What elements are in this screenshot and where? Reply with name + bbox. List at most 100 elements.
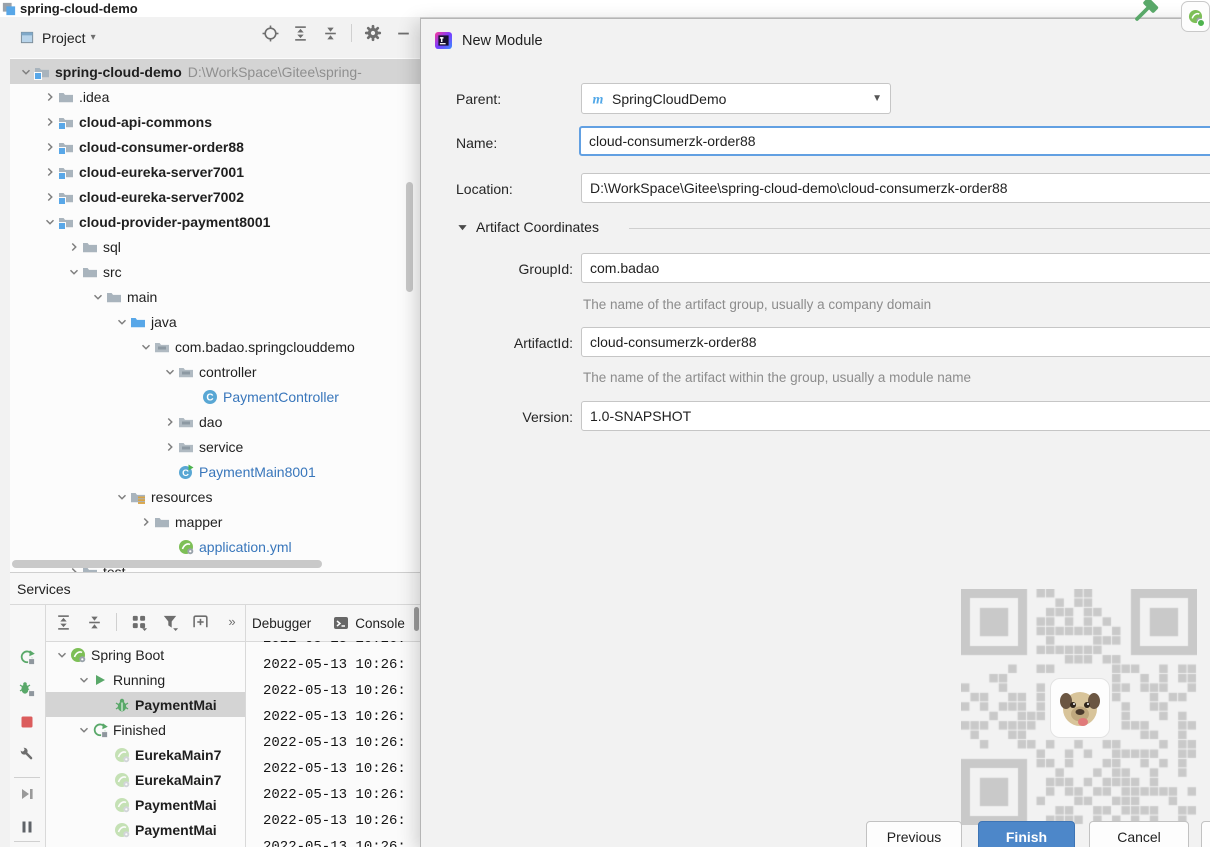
chevron-down-icon[interactable] xyxy=(138,339,154,355)
tree-item[interactable]: PaymentMai xyxy=(46,792,245,817)
tab-console-label: Console xyxy=(355,615,405,631)
chevron-right-icon[interactable] xyxy=(162,439,178,455)
stop-button[interactable] xyxy=(18,713,36,731)
tree-item-label: EurekaMain7 xyxy=(135,746,222,763)
package-icon xyxy=(178,364,196,380)
groupid-input[interactable] xyxy=(581,253,1210,283)
project-panel-title[interactable]: Project xyxy=(42,30,86,46)
chevron-right-icon[interactable] xyxy=(42,114,58,130)
add-service-button[interactable] xyxy=(192,613,210,631)
settings-button[interactable] xyxy=(364,24,382,42)
svg-text:C: C xyxy=(182,467,189,478)
tree-item[interactable]: C PaymentMain8001 xyxy=(10,459,420,484)
chevron-down-icon[interactable]: ▾ xyxy=(91,32,96,43)
tree-item[interactable]: cloud-eureka-server7001 xyxy=(10,159,420,184)
tree-item[interactable]: com.badao.springclouddemo xyxy=(10,334,420,359)
hide-button[interactable] xyxy=(394,24,412,42)
tree-item[interactable]: cloud-eureka-server7002 xyxy=(10,184,420,209)
chevron-down-icon[interactable] xyxy=(76,672,92,688)
tab-debugger[interactable]: Debugger xyxy=(252,616,311,631)
pause-button[interactable] xyxy=(18,818,36,836)
chevron-down-icon[interactable] xyxy=(90,289,106,305)
tree-item[interactable]: PaymentMai xyxy=(46,692,245,717)
tree-item[interactable]: Finished xyxy=(46,717,245,742)
collapse-all-button[interactable] xyxy=(321,24,339,42)
console-line: 2022-05-13 10:26: xyxy=(263,657,406,673)
tree-item[interactable]: PaymentMai xyxy=(46,817,245,842)
tree-item[interactable]: sql xyxy=(10,234,420,259)
rerun-button[interactable] xyxy=(18,648,36,666)
tree-item-label: com.badao.springclouddemo xyxy=(175,338,355,355)
location-label: Location: xyxy=(456,181,513,197)
tree-item[interactable]: controller xyxy=(10,359,420,384)
chevron-down-icon[interactable] xyxy=(114,489,130,505)
tree-item[interactable]: Running xyxy=(46,667,245,692)
help-button[interactable] xyxy=(1201,821,1210,847)
tree-item[interactable]: service xyxy=(10,434,420,459)
cancel-button[interactable]: Cancel xyxy=(1089,821,1189,847)
expand-all-button[interactable] xyxy=(54,613,72,631)
services-tree: Spring Boot Running PaymentMai Finished Eure… xyxy=(46,642,245,847)
debug-rerun-button[interactable] xyxy=(18,680,36,698)
console-scrollbar[interactable] xyxy=(414,607,419,631)
chevron-right-icon[interactable] xyxy=(42,139,58,155)
tree-item[interactable]: C PaymentController xyxy=(10,384,420,409)
chevron-down-icon[interactable] xyxy=(114,314,130,330)
finish-button[interactable]: Finish xyxy=(978,821,1075,847)
chevron-down-icon[interactable] xyxy=(42,214,58,230)
folder-module-icon xyxy=(58,114,76,130)
build-hammer-icon[interactable] xyxy=(1130,0,1160,26)
tab-console[interactable]: Console xyxy=(333,615,405,631)
chevron-right-icon[interactable] xyxy=(42,189,58,205)
parent-combobox[interactable]: m SpringCloudDemo ▼ xyxy=(581,83,891,114)
tree-item[interactable]: cloud-api-commons xyxy=(10,109,420,134)
tree-item[interactable]: java xyxy=(10,309,420,334)
more-button[interactable]: » xyxy=(223,613,241,631)
section-collapse-arrow-icon[interactable] xyxy=(457,222,468,233)
tree-item[interactable]: src xyxy=(10,259,420,284)
chevron-right-icon[interactable] xyxy=(138,514,154,530)
name-input[interactable] xyxy=(579,126,1210,156)
tree-item[interactable]: mapper xyxy=(10,509,420,534)
artifactid-input[interactable] xyxy=(581,327,1210,357)
chevron-right-icon[interactable] xyxy=(42,89,58,105)
wrench-button[interactable] xyxy=(18,745,36,763)
ide-window: spring-cloud-demo Project ▾ spring-cloud… xyxy=(0,0,1210,847)
tree-item[interactable]: .idea xyxy=(10,84,420,109)
chevron-right-icon[interactable] xyxy=(66,239,82,255)
chevron-right-icon[interactable] xyxy=(162,414,178,430)
horizontal-scrollbar[interactable] xyxy=(12,560,322,568)
tree-item[interactable]: main xyxy=(10,284,420,309)
console-output[interactable]: 2022-05-13 10:26: 2022-05-13 10:26: 2022-0… xyxy=(246,641,420,847)
artifact-coordinates-section[interactable]: Artifact Coordinates xyxy=(457,219,599,235)
tree-item[interactable]: resources xyxy=(10,484,420,509)
locate-button[interactable] xyxy=(261,24,279,42)
run-configuration-widget[interactable] xyxy=(1181,1,1210,32)
tree-item[interactable]: application.yml xyxy=(10,534,420,559)
resume-button[interactable] xyxy=(18,785,36,803)
chevron-down-icon[interactable] xyxy=(66,264,82,280)
vertical-scrollbar[interactable] xyxy=(406,182,413,292)
tree-item[interactable]: EurekaMain7 xyxy=(46,767,245,792)
previous-button[interactable]: Previous xyxy=(866,821,962,847)
tree-item[interactable]: EurekaMain7 xyxy=(46,742,245,767)
expand-all-button[interactable] xyxy=(291,24,309,42)
group-by-button[interactable] xyxy=(130,613,148,631)
collapse-all-button[interactable] xyxy=(85,613,103,631)
filter-button[interactable] xyxy=(161,613,179,631)
tree-item[interactable]: cloud-consumer-order88 xyxy=(10,134,420,159)
chevron-down-icon[interactable] xyxy=(76,722,92,738)
tree-item[interactable]: Spring Boot xyxy=(46,642,245,667)
combobox-arrow-icon[interactable]: ▼ xyxy=(872,93,882,104)
tree-item[interactable]: spring-cloud-demo D:\WorkSpace\Gitee\spri… xyxy=(10,59,420,84)
new-module-dialog: New Module Parent: m SpringCloudDemo ▼ N… xyxy=(420,18,1210,847)
chevron-down-icon[interactable] xyxy=(54,647,70,663)
location-input[interactable] xyxy=(581,173,1210,203)
chevron-right-icon[interactable] xyxy=(42,164,58,180)
tree-item[interactable]: dao xyxy=(10,409,420,434)
chevron-down-icon[interactable] xyxy=(18,64,34,80)
chevron-down-icon[interactable] xyxy=(162,364,178,380)
tree-item[interactable]: cloud-provider-payment8001 xyxy=(10,209,420,234)
version-input[interactable] xyxy=(581,401,1210,431)
